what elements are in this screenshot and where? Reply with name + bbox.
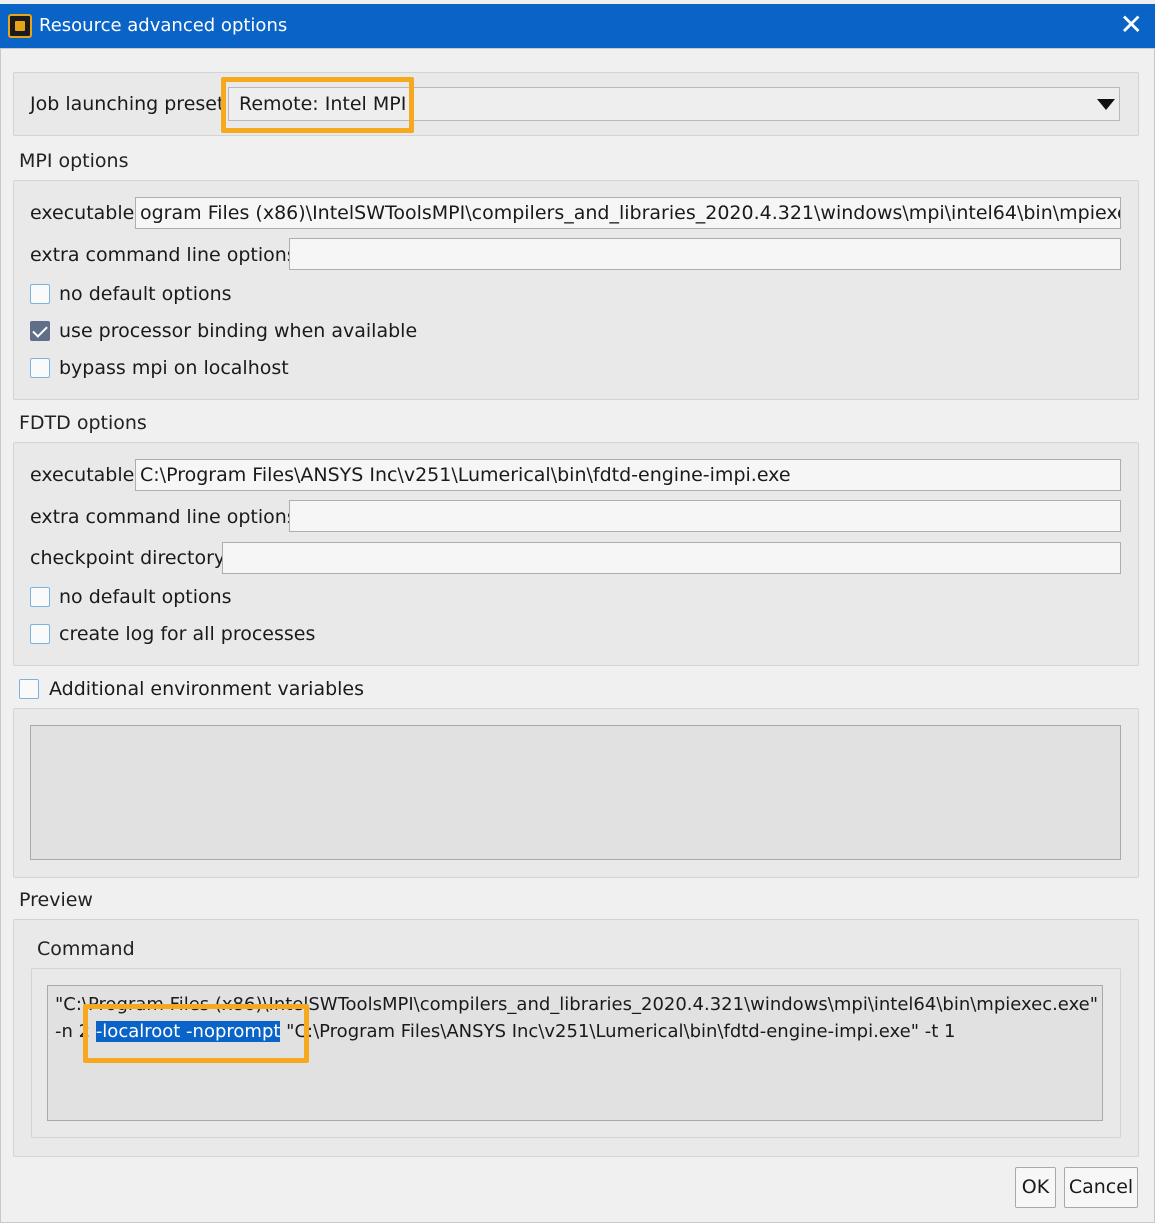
mpi-no-default-checkbox[interactable] (30, 284, 50, 304)
fdtd-checkpoint-label: checkpoint directory (30, 547, 226, 569)
fdtd-no-default-checkbox[interactable] (30, 587, 50, 607)
env-vars-label: Additional environment variables (49, 678, 365, 700)
mpi-binding-checkbox[interactable] (30, 321, 50, 341)
close-icon[interactable]: ✕ (1120, 7, 1143, 43)
mpi-executable-label: executable (30, 202, 135, 224)
window-title: Resource advanced options (39, 15, 288, 36)
preview-title: Preview (19, 889, 93, 911)
fdtd-no-default-label: no default options (59, 586, 232, 608)
mpi-bypass-checkbox[interactable] (30, 358, 50, 378)
title-bar: Resource advanced options ✕ (0, 4, 1155, 48)
job-preset-label: Job launching preset (30, 93, 225, 115)
mpi-no-default-label: no default options (59, 283, 232, 305)
fdtd-log-checkbox[interactable] (30, 624, 50, 644)
command-label: Command (37, 938, 135, 960)
mpi-binding-label: use processor binding when available (59, 320, 418, 342)
triangle-down-icon (1097, 99, 1115, 110)
command-line-2-suffix: "C:\Program Files\ANSYS Inc\v251\Lumeric… (280, 1021, 956, 1042)
mpi-options-title: MPI options (19, 150, 129, 172)
fdtd-checkpoint-field[interactable] (222, 542, 1121, 574)
fdtd-executable-label: executable (30, 464, 135, 486)
mpi-executable-field[interactable]: ogram Files (x86)\IntelSWToolsMPI\compil… (135, 197, 1121, 229)
app-icon (8, 14, 32, 38)
fdtd-log-label: create log for all processes (59, 623, 316, 645)
mpi-extra-label: extra command line options (30, 244, 297, 266)
env-vars-checkbox[interactable] (19, 679, 39, 699)
cancel-button[interactable]: Cancel (1064, 1167, 1138, 1208)
mpi-extra-field[interactable] (289, 238, 1121, 270)
fdtd-extra-label: extra command line options (30, 506, 297, 528)
ok-button[interactable]: OK (1015, 1167, 1056, 1208)
fdtd-options-title: FDTD options (19, 412, 147, 434)
job-preset-highlight (221, 77, 414, 133)
fdtd-extra-field[interactable] (289, 500, 1121, 532)
mpi-bypass-label: bypass mpi on localhost (59, 357, 289, 379)
fdtd-executable-field[interactable]: C:\Program Files\ANSYS Inc\v251\Lumerica… (135, 459, 1121, 491)
env-vars-table[interactable] (30, 725, 1121, 860)
command-highlight (83, 1004, 309, 1063)
